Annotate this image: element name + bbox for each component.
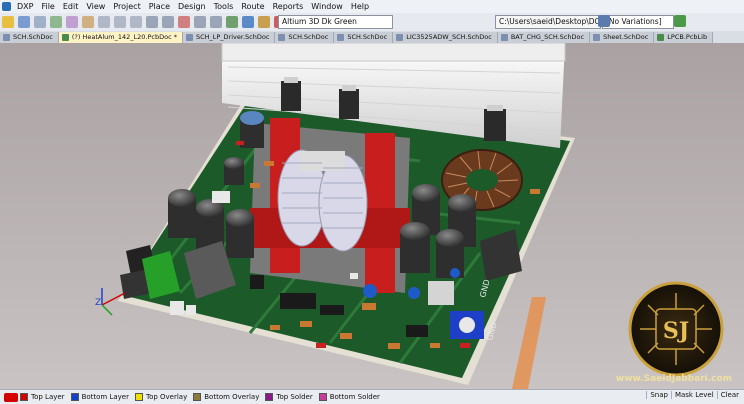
status-right-controls: Snap Mask Level Clear: [646, 391, 742, 399]
back-icon[interactable]: [598, 15, 610, 27]
print-icon[interactable]: [34, 16, 46, 28]
menu-tools[interactable]: Tools: [210, 0, 238, 13]
tab-sch-1[interactable]: SCH.SchDoc: [0, 32, 59, 43]
pcb-3d-render: GND GND Z SJ www.SaeidJabbari.com: [95, 43, 732, 389]
axis-z-label: Z: [95, 298, 101, 308]
zoom-area-icon[interactable]: [66, 16, 78, 28]
heatsink-top-fin: [221, 43, 566, 62]
schematic-icon: [278, 34, 286, 41]
layer-swatch-icon: [265, 393, 274, 401]
component-icon[interactable]: [258, 16, 270, 28]
layer-tab-top-solder[interactable]: Top Solder: [265, 393, 313, 401]
pcblib-icon: [657, 34, 665, 41]
cross-probe-icon[interactable]: [82, 16, 94, 28]
schematic-icon: [3, 34, 10, 41]
document-path-field[interactable]: C:\Users\saeid\Desktop\DC-DC Pr: [495, 15, 601, 29]
layer-swatch-icon: [70, 393, 79, 401]
paste-icon[interactable]: [130, 16, 142, 28]
tab-lic3525[interactable]: LIC3525ADW_SCH.SchDoc: [393, 32, 498, 43]
current-layer-color-icon[interactable]: [4, 392, 18, 402]
redo-icon[interactable]: [210, 16, 222, 28]
pcb-doc-icon: [61, 34, 69, 41]
orange-artifact: [512, 297, 546, 389]
layer-tab-bottom-overlay[interactable]: Bottom Overlay: [193, 393, 259, 401]
tab-pcb[interactable]: (?) HeatAlum_142_L20.PcbDoc *: [58, 32, 183, 43]
select-icon[interactable]: [146, 16, 158, 28]
schematic-icon: [500, 34, 508, 41]
mosfet-3: [484, 109, 506, 141]
menu-file[interactable]: File: [37, 0, 58, 13]
zoom-fit-icon[interactable]: [50, 16, 62, 28]
deselect-icon[interactable]: [178, 16, 190, 28]
dxp-logo-icon[interactable]: [2, 2, 11, 11]
layer-tab-top-layer[interactable]: Top Layer: [20, 393, 65, 401]
layer-tab-bottom-layer[interactable]: Bottom Layer: [70, 393, 129, 401]
layer-swatch-icon: [134, 393, 143, 401]
undo-icon[interactable]: [194, 16, 206, 28]
watermark-url: www.SaeidJabbari.com: [616, 374, 732, 384]
schematic-icon: [593, 34, 601, 41]
menu-reports[interactable]: Reports: [269, 0, 308, 13]
menu-help[interactable]: Help: [347, 0, 373, 13]
layer-tab-top-overlay[interactable]: Top Overlay: [134, 393, 187, 401]
tab-bat-chg[interactable]: BAT_CHG_SCH.SchDoc: [497, 32, 591, 43]
menu-project[interactable]: Project: [109, 0, 144, 13]
route-icon[interactable]: [226, 16, 238, 28]
tab-sheet[interactable]: Sheet.SchDoc: [590, 32, 655, 43]
menu-edit[interactable]: Edit: [59, 0, 83, 13]
cut-icon[interactable]: [98, 16, 110, 28]
schematic-icon: [396, 34, 404, 41]
menu-dxp[interactable]: DXP: [13, 0, 37, 13]
layer-tab-bottom-solder[interactable]: Bottom Solder: [318, 393, 380, 401]
tab-sch-2[interactable]: SCH.SchDoc: [275, 32, 335, 43]
menu-place[interactable]: Place: [145, 0, 174, 13]
mosfet-1: [281, 81, 301, 111]
menu-window[interactable]: Window: [307, 0, 347, 13]
schematic-icon: [337, 34, 345, 41]
tab-sch-lp-driver[interactable]: SCH_LP_Driver.SchDoc: [182, 32, 276, 43]
mosfet-2: [339, 89, 359, 119]
menu-bar: DXP File Edit View Project Place Design …: [0, 0, 744, 13]
tab-sch-3[interactable]: SCH.SchDoc: [334, 32, 394, 43]
menu-route[interactable]: Route: [237, 0, 268, 13]
mask-level-button[interactable]: Mask Level: [670, 391, 717, 399]
layer-swatch-icon: [20, 393, 28, 401]
open-folder-icon[interactable]: [2, 16, 14, 28]
run-icon[interactable]: [674, 15, 686, 27]
layer-tabs-bar: Top Layer Bottom Layer Top Overlay Botto…: [0, 389, 744, 404]
mosfet-2-tab: [342, 85, 356, 91]
mosfet-1-tab: [284, 77, 298, 83]
variations-select[interactable]: [No Variations]: [602, 15, 674, 29]
watermark-initials: SJ: [663, 318, 689, 344]
view-configuration-select[interactable]: Altium 3D Dk Green: [278, 15, 393, 29]
watermark-logo: SJ www.SaeidJabbari.com: [616, 281, 732, 384]
copy-icon[interactable]: [114, 16, 126, 28]
grid-icon[interactable]: [242, 16, 254, 28]
snap-button[interactable]: Snap: [646, 391, 671, 399]
menu-view[interactable]: View: [82, 0, 109, 13]
transformer: [250, 118, 410, 293]
save-icon[interactable]: [18, 16, 30, 28]
clear-button[interactable]: Clear: [716, 391, 742, 399]
silk-logo-block: [212, 191, 230, 203]
pcb-3d-viewport[interactable]: GND GND Z SJ www.SaeidJabbari.com: [0, 43, 744, 389]
mosfet-3-tab: [487, 105, 503, 111]
layer-swatch-icon: [318, 393, 327, 401]
tab-pcblib[interactable]: LPCB.PcbLib: [654, 32, 714, 43]
layer-swatch-icon: [193, 393, 202, 401]
schematic-icon: [185, 34, 193, 41]
menu-design[interactable]: Design: [174, 0, 210, 13]
move-icon[interactable]: [162, 16, 174, 28]
